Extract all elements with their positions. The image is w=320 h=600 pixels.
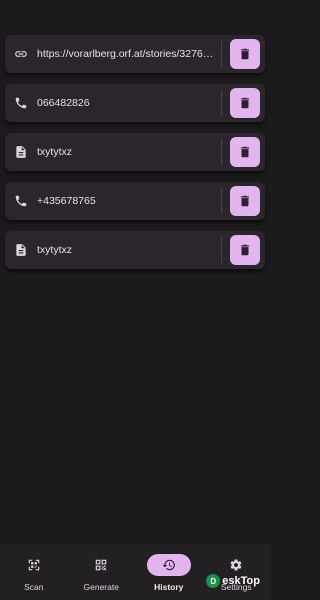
history-item-text: txytytxz xyxy=(37,146,73,158)
gear-icon xyxy=(214,554,258,576)
delete-button[interactable] xyxy=(230,88,260,118)
nav-history-label: History xyxy=(154,582,184,592)
trash-icon xyxy=(240,244,250,256)
delete-button[interactable] xyxy=(230,39,260,69)
trash-icon xyxy=(240,48,250,60)
history-item-text: txytytxz xyxy=(37,244,73,256)
divider xyxy=(221,188,222,214)
bottom-navigation: Scan Generate History Settings xyxy=(0,544,270,600)
history-item[interactable]: 066482826 xyxy=(5,84,265,122)
phone-icon xyxy=(14,96,28,110)
history-item-text: https://vorarlberg.orf.at/stories/327663… xyxy=(37,48,217,60)
watermark-mark: D xyxy=(206,574,221,588)
history-item[interactable]: https://vorarlberg.orf.at/stories/327663… xyxy=(5,35,265,73)
nav-history[interactable]: History xyxy=(139,554,199,592)
delete-button[interactable] xyxy=(230,137,260,167)
history-list: https://vorarlberg.orf.at/stories/327663… xyxy=(5,35,265,280)
nav-generate-label: Generate xyxy=(83,582,119,592)
nav-scan[interactable]: Scan xyxy=(4,554,64,592)
trash-icon xyxy=(240,146,250,158)
watermark-text: eskTop xyxy=(222,575,260,587)
trash-icon xyxy=(240,195,250,207)
delete-button[interactable] xyxy=(230,186,260,216)
history-icon xyxy=(146,554,191,576)
delete-button[interactable] xyxy=(230,235,260,265)
phone-icon xyxy=(14,194,28,208)
divider xyxy=(221,41,222,67)
qr-scan-icon xyxy=(12,554,56,576)
link-icon xyxy=(14,47,28,61)
history-item[interactable]: txytytxz xyxy=(5,231,265,269)
trash-icon xyxy=(240,97,250,109)
nav-generate[interactable]: Generate xyxy=(71,554,131,592)
watermark-logo: D eskTop xyxy=(206,574,260,588)
text-document-icon xyxy=(14,243,28,257)
nav-scan-label: Scan xyxy=(24,582,44,592)
history-item-text: 066482826 xyxy=(37,97,90,109)
divider xyxy=(221,139,222,165)
history-item[interactable]: txytytxz xyxy=(5,133,265,171)
divider xyxy=(221,237,222,263)
history-item[interactable]: +435678765 xyxy=(5,182,265,220)
qr-code-icon xyxy=(79,554,123,576)
divider xyxy=(221,90,222,116)
text-document-icon xyxy=(14,145,28,159)
history-item-text: +435678765 xyxy=(37,195,96,207)
